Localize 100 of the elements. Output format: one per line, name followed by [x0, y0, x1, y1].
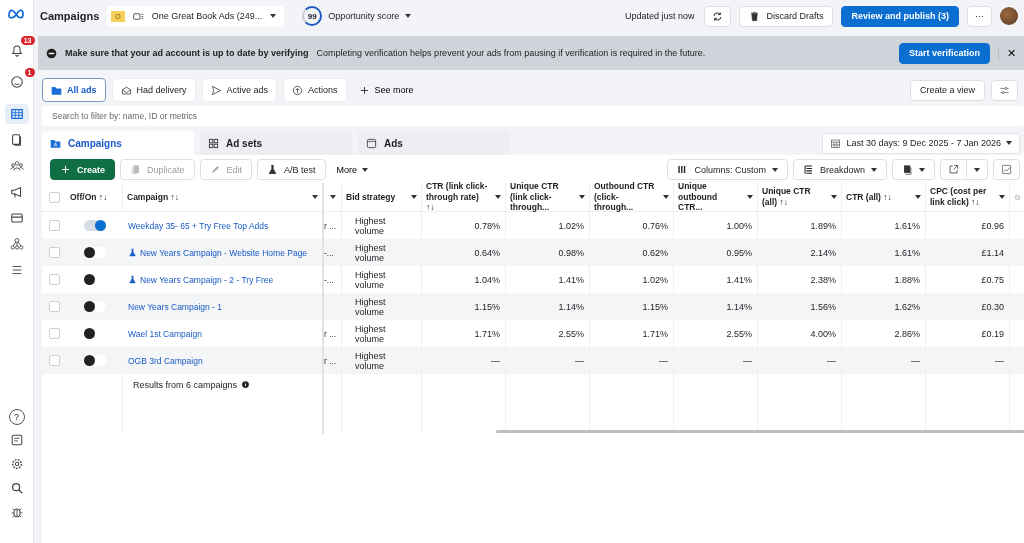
caret-icon[interactable] [329, 195, 336, 199]
face-icon[interactable] [9, 75, 24, 89]
caret-icon[interactable] [999, 195, 1005, 199]
campaign-link[interactable]: OGB 3rd Campaign [128, 355, 203, 366]
discard-drafts-button[interactable]: Discard Drafts [739, 5, 834, 27]
table-cell: 1.15% [474, 301, 500, 312]
table-cell: — [659, 355, 668, 366]
more-button[interactable]: ··· [967, 5, 992, 27]
caret-icon[interactable] [747, 195, 753, 199]
select-all-checkbox[interactable] [48, 191, 60, 203]
table-cell: 2.86% [894, 328, 920, 339]
caret-icon[interactable] [915, 195, 921, 199]
column-header[interactable]: Unique CTR (all) ↑↓ [762, 186, 825, 208]
review-publish-button[interactable]: Review and publish (3) [841, 5, 959, 27]
table-cell: £0.19 [981, 328, 1004, 339]
column-header[interactable]: Bid strategy [346, 191, 396, 203]
pages-icon [9, 133, 24, 147]
column-header[interactable]: Unique CTR (link click-through... [510, 181, 573, 213]
table-cell: 4.00% [810, 328, 836, 339]
column-header[interactable]: CTR (link click-through rate) ↑↓ [426, 181, 489, 213]
caret-icon[interactable] [579, 195, 585, 199]
table-cell: 0.98% [558, 247, 584, 258]
more-dropdown[interactable]: More [330, 164, 375, 175]
column-header[interactable]: CTR (all) ↑↓ [846, 191, 892, 203]
table-cell: — [995, 355, 1004, 366]
table-cell: 1.04% [474, 274, 500, 285]
table-cell: 1.15% [642, 301, 668, 312]
table-cell: £0.30 [981, 301, 1004, 312]
level-tab[interactable]: Campaigns [42, 131, 194, 155]
caret-icon[interactable] [411, 195, 417, 199]
row-checkbox[interactable] [48, 328, 60, 339]
grid-icon [208, 137, 219, 149]
close-button[interactable]: ✕ [998, 46, 1016, 60]
logo-icon[interactable] [7, 8, 26, 20]
table-cell: 1.56% [810, 301, 836, 312]
create-button[interactable]: Create [50, 159, 115, 180]
filter-tab[interactable]: Had delivery [111, 78, 196, 102]
search-icon[interactable] [9, 481, 24, 495]
toggle-switch[interactable] [83, 355, 106, 366]
row-checkbox[interactable] [48, 247, 60, 258]
campaign-link[interactable]: New Years Campaign - Website Home Page [140, 247, 308, 258]
column-header[interactable]: Off/On ↑↓ [70, 191, 108, 203]
export-dropdown[interactable] [967, 159, 988, 180]
table-cell: 1.61% [894, 247, 920, 258]
chart-icon [1001, 164, 1012, 175]
ab-test-button[interactable]: A/B test [257, 159, 326, 180]
info-icon[interactable] [241, 380, 251, 389]
breakdown-dropdown[interactable]: Breakdown [792, 159, 887, 180]
column-header[interactable]: Unique outbound CTR... [678, 181, 741, 213]
toggle-switch[interactable] [83, 301, 106, 312]
campaign-link[interactable]: Weekday 35- 65 + Try Free Top Adds [128, 220, 269, 231]
export-button[interactable] [940, 159, 967, 180]
ad-account-icon [132, 10, 144, 22]
bug-icon[interactable] [9, 505, 24, 519]
avatar[interactable] [1000, 7, 1018, 25]
column-header[interactable]: CPC (cost per link click) ↑↓ [930, 186, 993, 208]
opportunity-score-dropdown[interactable]: 99 Opportunity score [302, 6, 412, 26]
banner-text: Completing verification helps prevent your ads from pausing if verification is required in the future. [316, 48, 706, 58]
table-cell: £1.14 [981, 247, 1004, 258]
settings-icon[interactable] [9, 457, 24, 471]
campaign-link[interactable]: New Years Campaign - 2 - Try Free [140, 274, 274, 285]
board-icon[interactable] [9, 433, 24, 447]
filter-tab[interactable]: Actions [283, 78, 347, 102]
row-checkbox[interactable] [48, 220, 60, 231]
column-header[interactable]: Campaign ↑↓ [127, 191, 179, 203]
toggle-switch[interactable] [83, 220, 106, 231]
sidebar-item[interactable] [4, 104, 29, 124]
filter-tab[interactable]: Active ads [201, 78, 278, 102]
table-cell: 0.95% [726, 247, 752, 258]
trash-icon [749, 10, 761, 22]
scrollbar[interactable] [496, 430, 1024, 433]
toggle-switch[interactable] [83, 247, 106, 258]
campaign-link[interactable]: Wael 1st Campaign [128, 328, 202, 339]
column-header[interactable]: Outbound CTR (click-through... [594, 181, 657, 213]
filter-settings-button[interactable] [991, 79, 1018, 101]
caret-icon[interactable] [831, 195, 837, 199]
chart-button[interactable] [993, 159, 1020, 180]
caret-icon[interactable] [495, 195, 501, 199]
search-field[interactable]: Search to filter by: name, ID or metrics [42, 106, 1024, 126]
level-tab[interactable]: Ads [358, 131, 510, 155]
see-more-button[interactable]: See more [352, 84, 420, 96]
filter-tab[interactable]: All ads [42, 78, 106, 102]
table-cell-text: Highest volume [354, 296, 387, 317]
export-icon [948, 164, 959, 175]
bell-icon[interactable] [9, 43, 24, 57]
level-tab[interactable]: Ad sets [200, 131, 352, 155]
row-checkbox[interactable] [48, 274, 60, 285]
campaign-link[interactable]: New Years Campaign - 1 [128, 301, 223, 312]
row-checkbox[interactable] [48, 355, 60, 366]
caret-icon[interactable] [663, 195, 669, 199]
columns-dropdown[interactable]: Columns: Custom [667, 159, 788, 180]
copy-icon [130, 164, 141, 175]
refresh-button[interactable] [704, 5, 732, 27]
start-verification-button[interactable]: Start verification [898, 42, 990, 64]
create-view-button[interactable]: Create a view [909, 79, 985, 101]
table-cell: 1.02% [558, 220, 584, 231]
date-range-picker[interactable]: Last 30 days: 9 Dec 2025 - 7 Jan 2026 [822, 132, 1020, 154]
caret-icon[interactable] [312, 195, 318, 199]
row-checkbox[interactable] [48, 301, 60, 312]
reports-dropdown[interactable] [892, 159, 935, 180]
